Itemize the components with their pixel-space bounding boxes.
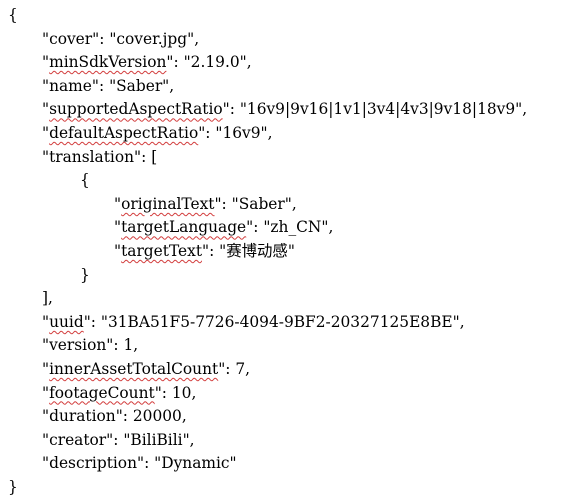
json-punctuation: ,: [328, 218, 334, 237]
json-value: "16v9|9v16|1v1|3v4|4v3|9v18|18v9": [239, 100, 523, 119]
json-punctuation: ,: [181, 407, 187, 426]
json-line: }: [8, 475, 18, 499]
json-line: "description": "Dynamic": [42, 454, 237, 473]
json-value: "Saber": [231, 194, 292, 213]
json-punctuation: ,: [291, 194, 297, 213]
json-punctuation: ,: [459, 312, 465, 331]
json-key: footageCount: [49, 383, 155, 402]
json-line: "duration": 20000,: [42, 407, 187, 426]
json-line: "supportedAspectRatio": "16v9|9v16|1v1|3…: [42, 100, 528, 119]
json-value: "31BA51F5-7726-4094-9BF2-20327125E8BE": [100, 312, 460, 331]
json-line: "defaultAspectRatio": "16v9",: [42, 124, 273, 142]
json-value: "Saber": [109, 76, 170, 95]
json-value: "BiliBili": [123, 430, 190, 449]
json-value: 20000: [132, 407, 182, 426]
json-value: [: [151, 147, 158, 166]
json-value: 1: [123, 336, 134, 355]
json-line: {: [80, 168, 90, 192]
json-bracket: }: [8, 478, 18, 496]
json-value: 10: [171, 383, 192, 402]
json-value: "cover.jpg": [109, 29, 195, 48]
json-bracket: {: [80, 171, 90, 190]
json-key: originalText: [121, 194, 215, 213]
json-key: minSdkVersion: [49, 53, 167, 72]
json-value: "2.19.0": [183, 53, 247, 72]
json-bracket: }: [80, 265, 90, 284]
json-line: "translation": [: [42, 147, 158, 166]
json-line: "originalText": "Saber",: [114, 194, 297, 213]
json-key: targetLanguage: [121, 218, 247, 237]
json-key: cover: [49, 29, 93, 48]
json-key: translation: [49, 147, 135, 166]
json-line: "cover": "cover.jpg",: [42, 29, 200, 48]
json-line: "targetText": "赛博动感": [114, 242, 295, 260]
json-punctuation: ,: [133, 336, 139, 355]
json-key: description: [49, 454, 137, 473]
json-document: { "cover": "cover.jpg", "minSdkVersion": "…: [0, 0, 576, 497]
json-line: "minSdkVersion": "2.19.0",: [42, 53, 252, 72]
json-line: "innerAssetTotalCount": 7,: [42, 360, 251, 378]
json-line: ],: [42, 286, 53, 310]
json-line: "footageCount": 10,: [42, 383, 197, 402]
json-bracket: {: [8, 6, 18, 24]
json-punctuation: ,: [191, 383, 197, 402]
json-line: }: [80, 263, 90, 287]
json-key: uuid: [49, 312, 84, 331]
json-key: name: [49, 76, 92, 95]
json-line: "targetLanguage": "zh_CN",: [114, 218, 334, 237]
json-punctuation: ,: [245, 360, 251, 378]
json-value: "Dynamic": [154, 454, 237, 473]
json-key: creator: [49, 430, 107, 449]
json-bracket: ],: [42, 289, 53, 308]
json-punctuation: ,: [246, 53, 252, 72]
json-punctuation: ,: [522, 100, 528, 119]
json-line: "creator": "BiliBili",: [42, 430, 195, 449]
json-value: "赛博动感": [219, 242, 295, 260]
json-value: "16v9": [215, 124, 268, 142]
json-key: targetText: [121, 242, 202, 260]
json-key: innerAssetTotalCount: [49, 360, 219, 378]
json-value: "zh_CN": [263, 218, 329, 237]
json-key: version: [49, 336, 107, 355]
json-key: supportedAspectRatio: [49, 100, 223, 119]
json-line: "uuid": "31BA51F5-7726-4094-9BF2-2032712…: [42, 312, 465, 331]
json-key: defaultAspectRatio: [49, 124, 199, 142]
json-line: "version": 1,: [42, 336, 139, 355]
json-punctuation: ,: [189, 430, 195, 449]
json-punctuation: ,: [194, 29, 200, 48]
json-key: duration: [49, 407, 116, 426]
json-punctuation: ,: [169, 76, 175, 95]
json-line: "name": "Saber",: [42, 76, 175, 95]
json-punctuation: ,: [267, 124, 273, 142]
json-value: 7: [235, 360, 246, 378]
json-line: {: [8, 3, 18, 27]
